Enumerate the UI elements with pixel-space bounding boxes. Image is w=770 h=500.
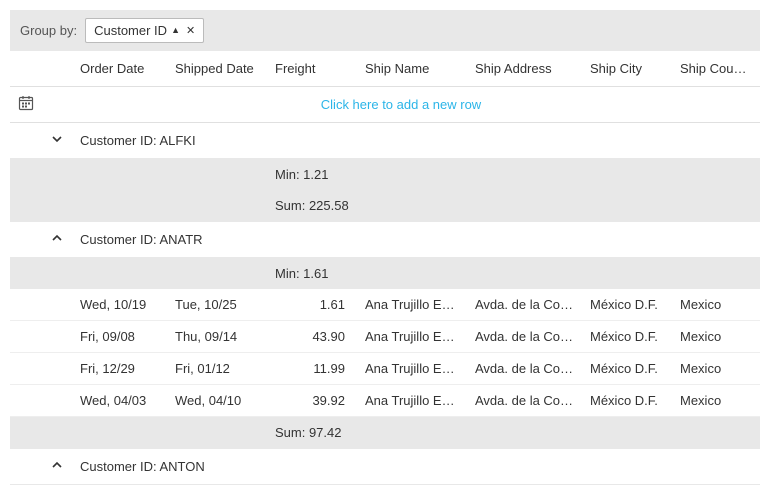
expand-toggle[interactable] (42, 222, 72, 258)
cell-ship-address[interactable]: Avda. de la Cons… (467, 385, 582, 417)
group-header-row[interactable]: Customer ID: ALFKI (10, 123, 760, 159)
table-row[interactable]: Wed, 10/19 Tue, 10/25 1.61 Ana Trujillo … (10, 289, 760, 321)
cell-order-date[interactable]: Fri, 09/08 (72, 321, 167, 353)
data-grid: Order Date Shipped Date Freight Ship Nam… (10, 51, 760, 485)
new-row-indicator (10, 87, 42, 123)
cell-ship-city[interactable]: México D.F. (582, 321, 672, 353)
cell-freight[interactable]: 43.90 (267, 321, 357, 353)
cell-ship-name[interactable]: Ana Trujillo Emp… (357, 353, 467, 385)
expand-toggle[interactable] (42, 123, 72, 159)
group-summary-row: Min: 1.61 (10, 258, 760, 290)
cell-shipped-date[interactable]: Fri, 01/12 (167, 353, 267, 385)
cell-freight[interactable]: 1.61 (267, 289, 357, 321)
cell-order-date[interactable]: Wed, 10/19 (72, 289, 167, 321)
chevron-up-icon (51, 459, 63, 474)
group-summary-row: Min: 1.21 (10, 159, 760, 191)
expand-header (42, 51, 72, 87)
cell-ship-city[interactable]: México D.F. (582, 353, 672, 385)
cell-ship-address[interactable]: Avda. de la Cons… (467, 353, 582, 385)
cell-shipped-date[interactable]: Wed, 04/10 (167, 385, 267, 417)
cell-ship-country[interactable]: Mexico (672, 321, 760, 353)
table-row[interactable]: Fri, 12/29 Fri, 01/12 11.99 Ana Trujillo… (10, 353, 760, 385)
chevron-down-icon (51, 133, 63, 148)
group-by-bar: Group by: Customer ID ▲ ✕ (10, 10, 760, 51)
cell-ship-address[interactable]: Avda. de la Cons… (467, 289, 582, 321)
cell-order-date[interactable]: Fri, 12/29 (72, 353, 167, 385)
summary-value: Min: 1.61 (267, 258, 357, 290)
cell-ship-name[interactable]: Ana Trujillo Emp… (357, 385, 467, 417)
cell-ship-name[interactable]: Ana Trujillo Emp… (357, 321, 467, 353)
new-row[interactable]: Click here to add a new row (10, 87, 760, 123)
cell-ship-country[interactable]: Mexico (672, 289, 760, 321)
group-header-label: Customer ID: ANATR (72, 222, 760, 258)
row-indicator-header (10, 51, 42, 87)
group-header-label: Customer ID: ALFKI (72, 123, 760, 159)
cell-ship-city[interactable]: México D.F. (582, 385, 672, 417)
cell-shipped-date[interactable]: Thu, 09/14 (167, 321, 267, 353)
cell-ship-address[interactable]: Avda. de la Cons… (467, 321, 582, 353)
cell-ship-country[interactable]: Mexico (672, 353, 760, 385)
close-icon[interactable]: ✕ (186, 24, 195, 37)
cell-shipped-date[interactable]: Tue, 10/25 (167, 289, 267, 321)
group-summary-row: Sum: 97.42 (10, 417, 760, 449)
table-row[interactable]: Wed, 04/03 Wed, 04/10 39.92 Ana Trujillo… (10, 385, 760, 417)
column-header-ship-address[interactable]: Ship Address (467, 51, 582, 87)
group-header-row[interactable]: Customer ID: ANATR (10, 222, 760, 258)
column-header-ship-name[interactable]: Ship Name (357, 51, 467, 87)
column-header-ship-country[interactable]: Ship Country (672, 51, 760, 87)
expand-toggle[interactable] (42, 449, 72, 485)
column-header-row: Order Date Shipped Date Freight Ship Nam… (10, 51, 760, 87)
group-header-row[interactable]: Customer ID: ANTON (10, 449, 760, 485)
grid-container: Group by: Customer ID ▲ ✕ Order Date Shi… (0, 0, 770, 500)
add-new-row-link[interactable]: Click here to add a new row (321, 97, 481, 112)
group-header-label: Customer ID: ANTON (72, 449, 760, 485)
cell-ship-city[interactable]: México D.F. (582, 289, 672, 321)
sort-asc-icon: ▲ (171, 25, 180, 35)
group-by-label: Group by: (20, 23, 77, 38)
group-summary-row: Sum: 225.58 (10, 190, 760, 222)
group-chip-field: Customer ID (94, 23, 167, 38)
cell-ship-name[interactable]: Ana Trujillo Emp… (357, 289, 467, 321)
summary-value: Sum: 225.58 (267, 190, 357, 222)
column-header-freight[interactable]: Freight (267, 51, 357, 87)
calendar-icon (18, 95, 34, 111)
cell-ship-country[interactable]: Mexico (672, 385, 760, 417)
cell-freight[interactable]: 11.99 (267, 353, 357, 385)
column-header-order-date[interactable]: Order Date (72, 51, 167, 87)
cell-freight[interactable]: 39.92 (267, 385, 357, 417)
summary-value: Min: 1.21 (267, 159, 357, 191)
summary-value: Sum: 97.42 (267, 417, 357, 449)
column-header-shipped-date[interactable]: Shipped Date (167, 51, 267, 87)
column-header-ship-city[interactable]: Ship City (582, 51, 672, 87)
table-row[interactable]: Fri, 09/08 Thu, 09/14 43.90 Ana Trujillo… (10, 321, 760, 353)
cell-order-date[interactable]: Wed, 04/03 (72, 385, 167, 417)
chevron-up-icon (51, 232, 63, 247)
group-chip[interactable]: Customer ID ▲ ✕ (85, 18, 204, 43)
